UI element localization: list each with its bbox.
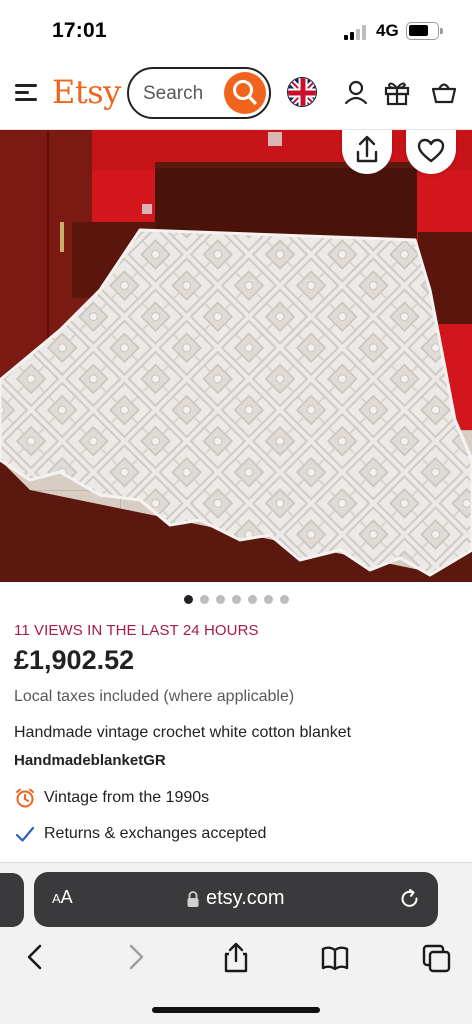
- heart-icon: [417, 138, 445, 163]
- uk-flag-icon[interactable]: [287, 77, 317, 107]
- share-icon[interactable]: [221, 941, 251, 973]
- home-indicator: [152, 1007, 320, 1013]
- feature-returns-text: Returns & exchanges accepted: [44, 825, 267, 842]
- forward-icon[interactable]: [121, 941, 151, 973]
- site-header: Etsy: [0, 58, 472, 130]
- gallery-dot[interactable]: [231, 595, 241, 604]
- battery-icon: [406, 22, 443, 40]
- bookmarks-icon[interactable]: [320, 941, 350, 973]
- etsy-logo[interactable]: Etsy: [52, 73, 121, 111]
- shop-name-link[interactable]: HandmadeblanketGR: [14, 752, 166, 769]
- address-bar[interactable]: AA etsy.com: [34, 872, 438, 927]
- product-image[interactable]: [0, 130, 472, 582]
- feature-vintage-text: Vintage from the 1990s: [44, 789, 210, 806]
- aa-large: A: [60, 887, 73, 907]
- reload-icon[interactable]: [398, 887, 422, 911]
- gallery-dot[interactable]: [263, 595, 273, 604]
- gallery-dot[interactable]: [247, 595, 257, 604]
- basket-icon[interactable]: [430, 78, 458, 106]
- price: £1,902.52: [14, 645, 135, 675]
- status-bar: 17:01 4G: [0, 0, 472, 58]
- account-icon[interactable]: [342, 78, 370, 106]
- reader-options-button[interactable]: AA: [52, 887, 73, 908]
- feature-returns: Returns & exchanges accepted: [14, 822, 266, 846]
- tax-note: Local taxes included (where applicable): [14, 688, 295, 705]
- feature-vintage: Vintage from the 1990s: [14, 786, 209, 810]
- tabs-icon[interactable]: [422, 941, 452, 973]
- search-icon: [233, 80, 257, 105]
- menu-icon[interactable]: [15, 82, 39, 104]
- search-bar[interactable]: [127, 67, 271, 119]
- gallery-dot[interactable]: [279, 595, 289, 604]
- gift-icon[interactable]: [383, 78, 411, 106]
- network-type: 4G: [376, 21, 399, 40]
- listing-title: Handmade vintage crochet white cotton bl…: [14, 724, 352, 741]
- share-button[interactable]: [342, 130, 392, 174]
- url-text: etsy.com: [206, 887, 285, 909]
- share-icon: [356, 135, 378, 163]
- check-icon: [15, 826, 35, 842]
- browser-toolbar: AA etsy.com: [0, 862, 472, 1024]
- views-count: 11 VIEWS IN THE LAST 24 HOURS: [14, 622, 259, 639]
- status-time: 17:01: [52, 19, 107, 42]
- previous-tab-preview[interactable]: [0, 873, 24, 927]
- gallery-dot[interactable]: [199, 595, 209, 604]
- gallery-pagination: [0, 595, 472, 607]
- gallery-dot[interactable]: [215, 595, 225, 604]
- favorite-button[interactable]: [406, 130, 456, 174]
- aa-small: A: [52, 891, 61, 906]
- search-input[interactable]: [143, 81, 225, 107]
- lock-icon: [187, 891, 199, 907]
- back-icon[interactable]: [20, 941, 50, 973]
- signal-strength-icon: [344, 24, 370, 40]
- gallery-dot[interactable]: [183, 595, 193, 604]
- clock-icon: [16, 788, 34, 808]
- search-button[interactable]: [224, 72, 266, 114]
